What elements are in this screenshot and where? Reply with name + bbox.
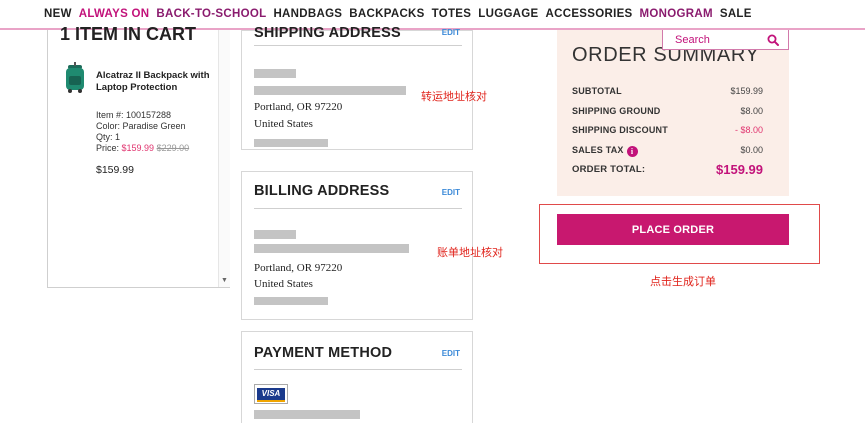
cart-item-color: Color: Paradise Green bbox=[96, 121, 186, 131]
order-summary: ORDER SUMMARY SUBTOTAL $159.99 SHIPPING … bbox=[557, 30, 789, 196]
cart-line-total: $159.99 bbox=[96, 164, 134, 176]
nav-item-totes[interactable]: TOTES bbox=[432, 8, 472, 20]
backpack-thumbnail[interactable] bbox=[62, 62, 88, 94]
sales-tax-value: $0.00 bbox=[740, 145, 763, 155]
cart-item-details: Item #: 100157288 Color: Paradise Green … bbox=[96, 110, 189, 154]
summary-row-sales-tax: SALES TAX i $0.00 bbox=[572, 145, 763, 159]
place-order-annotation: 点击生成订单 bbox=[650, 275, 716, 288]
visa-logo: VISA bbox=[257, 388, 285, 400]
price-label: Price: bbox=[96, 143, 120, 153]
billing-city-line: Portland, OR 97220 bbox=[254, 262, 343, 274]
shipping-divider bbox=[254, 45, 462, 46]
cart-item-number: Item #: 100157288 bbox=[96, 110, 172, 120]
cart-title: 1 ITEM IN CART bbox=[60, 24, 197, 44]
search-box bbox=[662, 30, 789, 50]
nav-item-sale[interactable]: SALE bbox=[720, 8, 752, 20]
summary-row-total: ORDER TOTAL: $159.99 bbox=[572, 162, 763, 178]
subtotal-value: $159.99 bbox=[730, 86, 763, 96]
nav-item-handbags[interactable]: HANDBAGS bbox=[273, 8, 342, 20]
cart-scrollbar[interactable]: ▼ bbox=[218, 30, 230, 287]
place-order-button[interactable]: PLACE ORDER bbox=[557, 214, 789, 245]
redacted-name bbox=[254, 69, 296, 78]
search-icon[interactable] bbox=[767, 34, 779, 46]
nav-item-luggage[interactable]: LUGGAGE bbox=[478, 8, 538, 20]
redacted-card-number bbox=[254, 410, 360, 419]
cart-item-qty: Qty: 1 bbox=[96, 132, 121, 142]
payment-method-card: PAYMENT METHOD EDIT VISA bbox=[241, 331, 473, 423]
visa-card-icon: VISA bbox=[254, 384, 288, 404]
visa-stripe bbox=[257, 400, 285, 402]
billing-divider bbox=[254, 208, 462, 209]
shipping-address-title: SHIPPING ADDRESS bbox=[254, 25, 401, 41]
nav-item-monogram[interactable]: MONOGRAM bbox=[640, 8, 713, 20]
shipping-check-annotation: 转运地址核对 bbox=[421, 90, 487, 103]
nav-item-new[interactable]: NEW bbox=[44, 8, 72, 20]
price-original: $229.00 bbox=[156, 143, 190, 153]
info-icon[interactable]: i bbox=[626, 146, 638, 157]
scroll-down-icon[interactable]: ▼ bbox=[221, 277, 228, 284]
summary-row-shipping-discount: SHIPPING DISCOUNT - $8.00 bbox=[572, 125, 763, 139]
shipping-edit-link[interactable]: EDIT bbox=[442, 28, 460, 37]
redacted-street bbox=[254, 244, 409, 253]
billing-address-title: BILLING ADDRESS bbox=[254, 183, 390, 199]
shipping-ground-label: SHIPPING GROUND bbox=[572, 106, 661, 116]
billing-edit-link[interactable]: EDIT bbox=[442, 188, 460, 197]
order-total-value: $159.99 bbox=[716, 162, 763, 177]
sales-tax-label-wrap: SALES TAX i bbox=[572, 145, 638, 157]
checkout-page: NEW ALWAYS ON BACK-TO-SCHOOL HANDBAGS BA… bbox=[0, 0, 865, 423]
cart-item-price: Price: $159.99 $229.00 bbox=[96, 143, 189, 154]
shipping-discount-label: SHIPPING DISCOUNT bbox=[572, 125, 668, 135]
payment-method-title: PAYMENT METHOD bbox=[254, 345, 393, 361]
payment-edit-link[interactable]: EDIT bbox=[442, 349, 460, 358]
nav-item-always-on[interactable]: ALWAYS ON bbox=[79, 8, 150, 20]
shipping-ground-value: $8.00 bbox=[740, 106, 763, 116]
redacted-street bbox=[254, 86, 406, 95]
shipping-country: United States bbox=[254, 118, 313, 130]
redacted-name bbox=[254, 230, 296, 239]
summary-row-subtotal: SUBTOTAL $159.99 bbox=[572, 86, 763, 100]
shipping-city-line: Portland, OR 97220 bbox=[254, 101, 343, 113]
nav-item-back-to-school[interactable]: BACK-TO-SCHOOL bbox=[156, 8, 266, 20]
cart-item-name[interactable]: Alcatraz II Backpack with Laptop Protect… bbox=[96, 70, 216, 94]
payment-divider bbox=[254, 369, 462, 370]
order-total-label: ORDER TOTAL: bbox=[572, 164, 646, 175]
billing-country: United States bbox=[254, 278, 313, 290]
nav-item-accessories[interactable]: ACCESSORIES bbox=[546, 8, 633, 20]
top-navigation-items: NEW ALWAYS ON BACK-TO-SCHOOL HANDBAGS BA… bbox=[44, 8, 752, 20]
sales-tax-label: SALES TAX bbox=[572, 145, 624, 155]
price-sale: $159.99 bbox=[121, 143, 155, 153]
search-input[interactable] bbox=[675, 33, 760, 47]
nav-item-backpacks[interactable]: BACKPACKS bbox=[349, 8, 424, 20]
cart-panel: 1 ITEM IN CART Alcatraz II Backpack with… bbox=[47, 24, 230, 288]
summary-row-shipping-ground: SHIPPING GROUND $8.00 bbox=[572, 106, 763, 120]
shipping-discount-value: - $8.00 bbox=[734, 125, 763, 135]
redacted-phone bbox=[254, 297, 328, 305]
redacted-phone bbox=[254, 139, 328, 147]
billing-check-annotation: 账单地址核对 bbox=[437, 246, 503, 259]
subtotal-label: SUBTOTAL bbox=[572, 86, 622, 96]
